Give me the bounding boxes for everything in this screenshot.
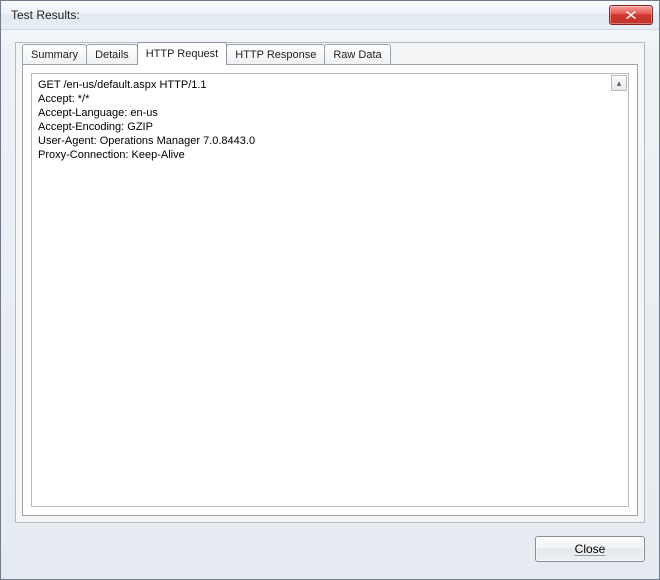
tab-control: Summary Details HTTP Request HTTP Respon… <box>15 42 645 523</box>
tab-label: Summary <box>31 49 78 61</box>
window-close-button[interactable] <box>609 5 653 25</box>
tab-label: Details <box>95 49 129 61</box>
close-button[interactable]: Close <box>535 536 645 562</box>
tab-details[interactable]: Details <box>86 44 138 65</box>
tab-label: HTTP Request <box>146 48 219 60</box>
button-label: Close <box>575 542 606 556</box>
request-text-container: GET /en-us/default.aspx HTTP/1.1 Accept:… <box>31 73 629 507</box>
tab-raw-data[interactable]: Raw Data <box>324 44 390 65</box>
tab-http-request[interactable]: HTTP Request <box>137 42 228 64</box>
scroll-up-button[interactable]: ▴ <box>611 75 627 91</box>
tab-label: HTTP Response <box>235 49 316 61</box>
window-title: Test Results: <box>11 8 609 22</box>
client-area: Summary Details HTTP Request HTTP Respon… <box>1 30 659 579</box>
chevron-up-icon: ▴ <box>617 78 622 89</box>
tab-http-response[interactable]: HTTP Response <box>226 44 325 65</box>
titlebar: Test Results: <box>1 1 659 30</box>
tab-page: GET /en-us/default.aspx HTTP/1.1 Accept:… <box>22 64 638 516</box>
dialog-footer: Close <box>15 523 645 569</box>
tabstrip: Summary Details HTTP Request HTTP Respon… <box>16 42 644 64</box>
close-icon <box>626 11 636 19</box>
tab-summary[interactable]: Summary <box>22 44 87 65</box>
dialog-window: Test Results: Summary Details HTTP Reque… <box>0 0 660 580</box>
tab-label: Raw Data <box>333 49 381 61</box>
http-request-text[interactable]: GET /en-us/default.aspx HTTP/1.1 Accept:… <box>32 74 628 506</box>
